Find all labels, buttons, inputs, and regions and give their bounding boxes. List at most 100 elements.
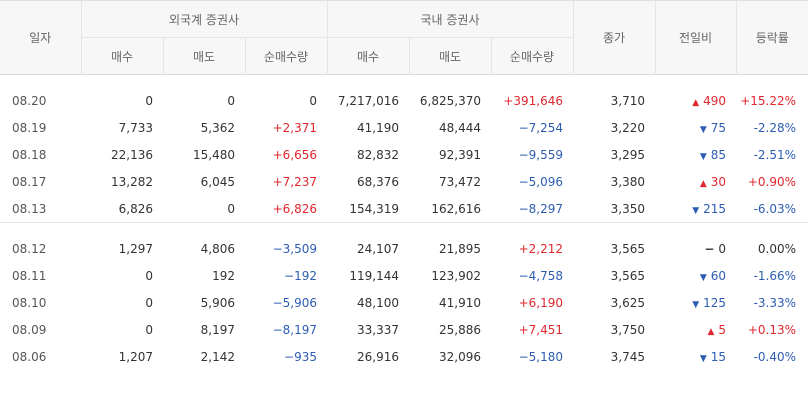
domestic-sell-cell: 48,444 xyxy=(439,120,481,135)
domestic-net-cell: −7,254 xyxy=(518,120,564,135)
date-cell: 08.19 xyxy=(12,120,47,135)
change-cell: ▼ 85 xyxy=(655,141,736,168)
date-cell: 08.11 xyxy=(12,268,47,283)
foreign-buy-cell: 1,297 xyxy=(118,241,153,256)
change-value: 215 xyxy=(703,201,727,216)
close-price-cell: 3,565 xyxy=(610,268,646,283)
foreign-net-cell: −8,197 xyxy=(272,322,317,337)
down-arrow-icon: ▼ xyxy=(699,124,707,135)
domestic-sell-cell: 123,902 xyxy=(431,268,481,283)
close-price-cell: 3,745 xyxy=(610,349,646,364)
down-arrow-icon: ▼ xyxy=(699,353,707,364)
foreign-sell-cell: 8,197 xyxy=(200,322,235,337)
top-spacer xyxy=(0,75,808,88)
header-date: 일자 xyxy=(0,0,81,75)
down-arrow-icon: ▼ xyxy=(699,151,707,162)
change-value: 0 xyxy=(718,241,727,256)
domestic-net-cell: +2,212 xyxy=(518,241,564,256)
change-value: 15 xyxy=(710,349,727,364)
down-arrow-icon: ▼ xyxy=(692,205,700,216)
foreign-net-cell: −935 xyxy=(284,349,317,364)
foreign-sell-cell: 0 xyxy=(227,201,235,216)
date-cell: 08.18 xyxy=(12,147,47,162)
change-cell: ▼ 125 xyxy=(655,289,736,316)
foreign-buy-cell: 0 xyxy=(145,268,153,283)
domestic-buy-cell: 41,190 xyxy=(357,120,399,135)
foreign-sell-cell: 6,045 xyxy=(200,174,235,189)
foreign-sell-cell: 5,362 xyxy=(200,120,235,135)
table-row: 08.09 0 8,197 −8,197 33,337 25,886 +7,451 3,750… xyxy=(0,316,808,343)
foreign-buy-cell: 1,207 xyxy=(118,349,153,364)
close-price-cell: 3,750 xyxy=(610,322,646,337)
domestic-sell-cell: 73,472 xyxy=(439,174,481,189)
domestic-buy-cell: 154,319 xyxy=(349,201,399,216)
table-row: 08.11 0 192 −192 119,144 123,902 −4,758 3,565 ▼ 6… xyxy=(0,262,808,289)
rate-cell: -3.33% xyxy=(753,295,797,310)
table-row: 08.18 22,136 15,480 +6,656 82,832 92,391 −9,55… xyxy=(0,141,808,168)
rate-cell: -1.66% xyxy=(753,268,797,283)
foreign-buy-cell: 0 xyxy=(145,93,153,108)
foreign-buy-cell: 0 xyxy=(145,295,153,310)
domestic-sell-cell: 92,391 xyxy=(439,147,481,162)
header-domestic-net: 순매수량 xyxy=(490,37,574,75)
foreign-buy-cell: 13,282 xyxy=(111,174,153,189)
rate-cell: -2.28% xyxy=(753,120,797,135)
close-price-cell: 3,565 xyxy=(610,241,646,256)
domestic-buy-cell: 33,337 xyxy=(357,322,399,337)
foreign-sell-cell: 192 xyxy=(212,268,235,283)
foreign-net-cell: −192 xyxy=(284,268,317,283)
change-cell: ▲ 30 xyxy=(655,168,736,195)
close-price-cell: 3,710 xyxy=(610,93,646,108)
foreign-sell-cell: 0 xyxy=(227,93,235,108)
table-row: 08.12 1,297 4,806 −3,509 24,107 21,895 +2,212 3… xyxy=(0,235,808,262)
domestic-net-cell: +6,190 xyxy=(518,295,564,310)
domestic-sell-cell: 41,910 xyxy=(439,295,481,310)
domestic-buy-cell: 7,217,016 xyxy=(337,93,399,108)
domestic-net-cell: −9,559 xyxy=(518,147,564,162)
domestic-buy-cell: 26,916 xyxy=(357,349,399,364)
change-value: 75 xyxy=(710,120,727,135)
foreign-sell-cell: 15,480 xyxy=(193,147,235,162)
foreign-net-cell: +2,371 xyxy=(272,120,317,135)
foreign-buy-cell: 0 xyxy=(145,322,153,337)
header-domestic-buy: 매수 xyxy=(326,37,409,75)
change-cell: ▼ 75 xyxy=(655,114,736,141)
rate-cell: +0.90% xyxy=(747,174,797,189)
domestic-buy-cell: 48,100 xyxy=(357,295,399,310)
domestic-net-cell: −8,297 xyxy=(518,201,564,216)
foreign-net-cell: +6,656 xyxy=(272,147,317,162)
foreign-net-cell: 0 xyxy=(309,93,317,108)
domestic-buy-cell: 82,832 xyxy=(357,147,399,162)
header-rate: 등락률 xyxy=(735,0,808,75)
close-price-cell: 3,220 xyxy=(610,120,646,135)
group-divider xyxy=(0,222,808,235)
change-cell: ▲ 5 xyxy=(655,316,736,343)
foreign-sell-cell: 5,906 xyxy=(200,295,235,310)
domestic-net-cell: −4,758 xyxy=(518,268,564,283)
change-value: 490 xyxy=(703,93,727,108)
change-cell: ▼ 215 xyxy=(655,195,736,223)
up-arrow-icon: ▲ xyxy=(692,97,700,108)
header-foreign-sell: 매도 xyxy=(162,37,245,75)
change-cell: −0 xyxy=(655,235,736,262)
change-cell: ▼ 15 xyxy=(655,343,736,370)
date-cell: 08.13 xyxy=(12,201,47,216)
domestic-sell-cell: 32,096 xyxy=(439,349,481,364)
domestic-buy-cell: 68,376 xyxy=(357,174,399,189)
date-cell: 08.09 xyxy=(12,322,47,337)
header-foreign-group: 외국계 증권사 xyxy=(80,0,327,38)
rate-cell: +15.22% xyxy=(740,93,797,108)
rate-cell: +0.13% xyxy=(747,322,797,337)
rate-cell: -2.51% xyxy=(753,147,797,162)
table-row: 08.20 0 0 0 7,217,016 6,825,370 +391,646 3,710 ▲… xyxy=(0,87,808,114)
change-value: 5 xyxy=(718,322,727,337)
close-price-cell: 3,350 xyxy=(610,201,646,216)
rate-cell: -0.40% xyxy=(753,349,797,364)
header-change: 전일비 xyxy=(654,0,737,75)
foreign-net-cell: −3,509 xyxy=(272,241,317,256)
change-value: 125 xyxy=(703,295,727,310)
up-arrow-icon: ▲ xyxy=(699,178,707,189)
header-close: 종가 xyxy=(572,0,656,75)
up-arrow-icon: ▲ xyxy=(707,326,715,337)
date-cell: 08.06 xyxy=(12,349,47,364)
